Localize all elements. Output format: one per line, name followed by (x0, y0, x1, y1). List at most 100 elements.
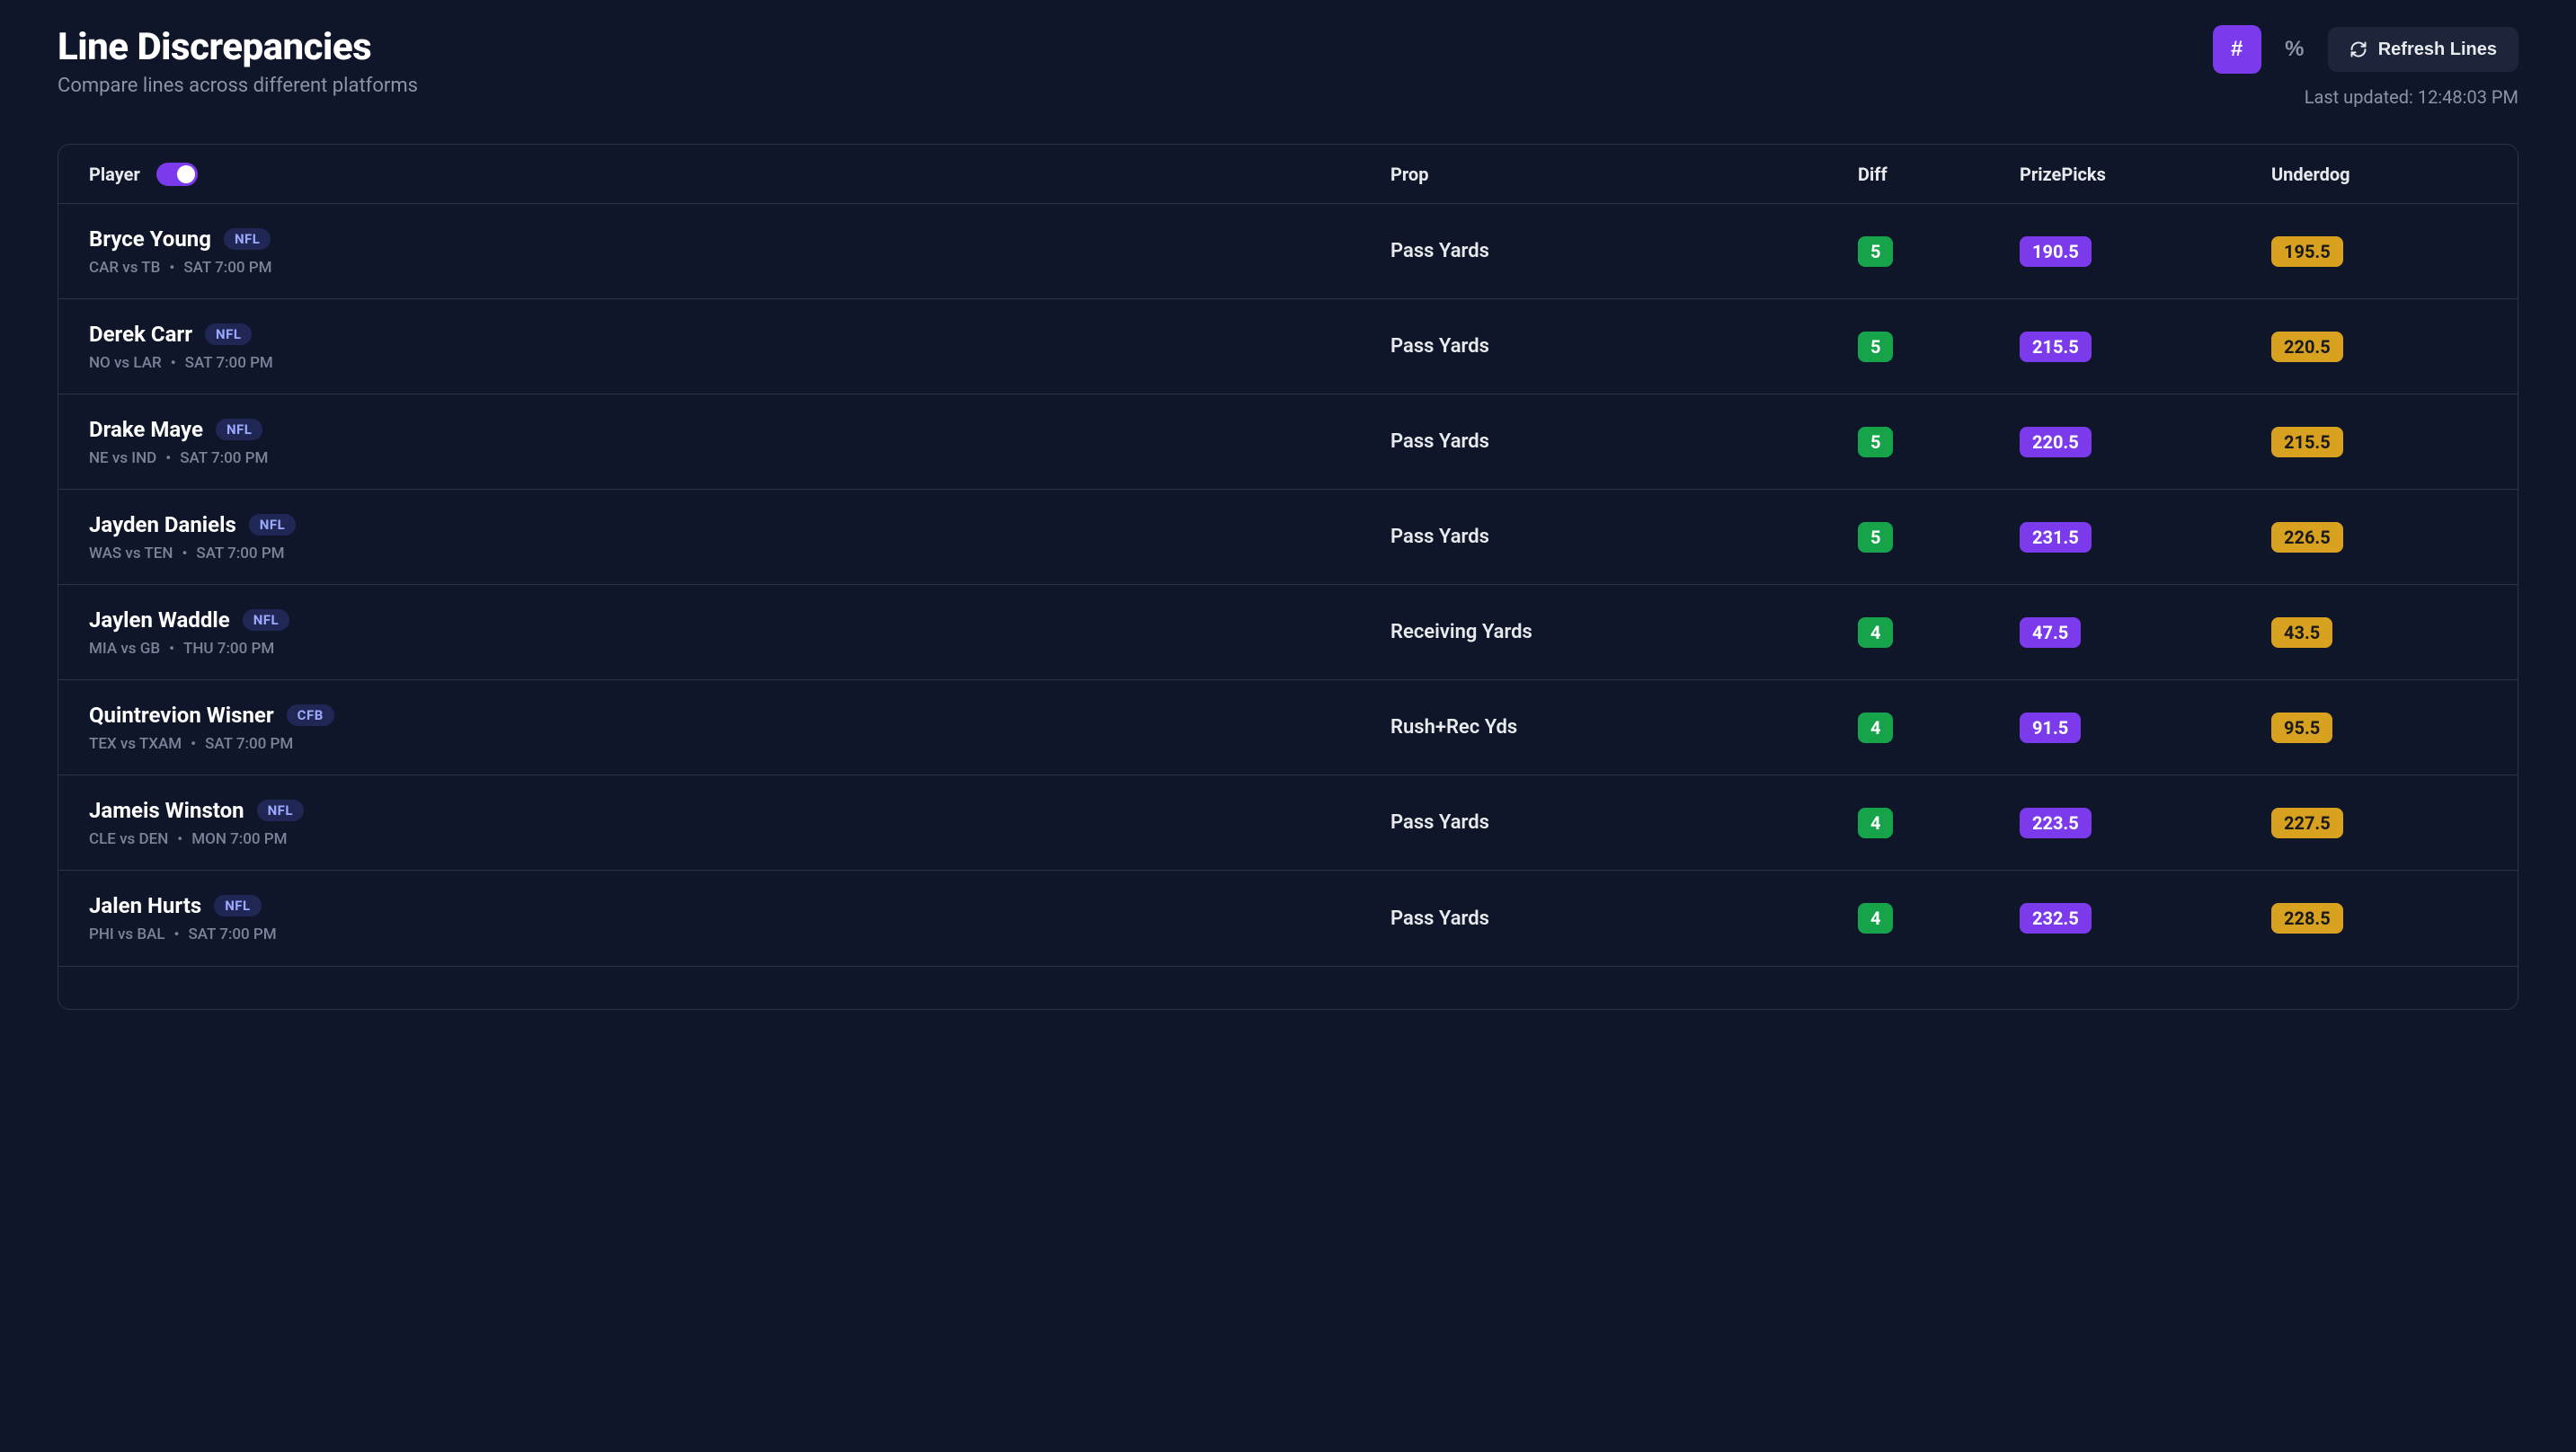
page-title: Line Discrepancies (58, 25, 418, 69)
prizepicks-badge: 220.5 (2020, 427, 2092, 457)
player-name: Jayden Daniels (89, 512, 236, 537)
player-name: Bryce Young (89, 226, 211, 252)
separator-dot: • (177, 830, 182, 848)
player-name: Jalen Hurts (89, 893, 201, 918)
game-info: NE vs IND • SAT 7:00 PM (89, 449, 1390, 467)
underdog-badge: 228.5 (2271, 903, 2343, 934)
diff-badge: 5 (1858, 522, 1893, 553)
table-row-partial (58, 966, 2518, 1009)
matchup: CAR vs TB (89, 259, 160, 277)
matchup: CLE vs DEN (89, 830, 168, 848)
prop-type: Pass Yards (1390, 335, 1858, 358)
refresh-lines-button[interactable]: Refresh Lines (2328, 27, 2518, 72)
column-player: Player (89, 164, 140, 185)
player-name: Derek Carr (89, 322, 192, 347)
column-diff: Diff (1858, 164, 2020, 185)
player-toggle[interactable] (156, 163, 198, 186)
player-name: Jaylen Waddle (89, 607, 230, 633)
table-row[interactable]: Bryce Young NFL CAR vs TB • SAT 7:00 PM … (58, 204, 2518, 299)
underdog-badge: 220.5 (2271, 332, 2343, 362)
player-name: Drake Maye (89, 417, 203, 442)
diff-badge: 5 (1858, 332, 1893, 362)
game-info: NO vs LAR • SAT 7:00 PM (89, 354, 1390, 372)
game-time: SAT 7:00 PM (180, 449, 268, 467)
column-underdog: Underdog (2271, 164, 2487, 185)
matchup: NO vs LAR (89, 354, 162, 372)
prop-type: Receiving Yards (1390, 621, 1858, 643)
matchup: MIA vs GB (89, 640, 160, 658)
separator-dot: • (169, 640, 174, 658)
prizepicks-badge: 91.5 (2020, 713, 2081, 743)
game-info: WAS vs TEN • SAT 7:00 PM (89, 544, 1390, 562)
underdog-badge: 226.5 (2271, 522, 2343, 553)
underdog-badge: 95.5 (2271, 713, 2332, 743)
view-mode-hash-button[interactable]: # (2213, 25, 2261, 74)
matchup: TEX vs TXAM (89, 735, 182, 753)
league-badge: NFL (243, 609, 289, 631)
prizepicks-badge: 215.5 (2020, 332, 2092, 362)
page-subtitle: Compare lines across different platforms (58, 75, 418, 97)
separator-dot: • (174, 925, 180, 943)
table-row[interactable]: Jaylen Waddle NFL MIA vs GB • THU 7:00 P… (58, 585, 2518, 680)
prop-type: Rush+Rec Yds (1390, 716, 1858, 739)
diff-badge: 4 (1858, 617, 1893, 648)
separator-dot: • (182, 544, 187, 562)
discrepancies-table: Player Prop Diff PrizePicks Underdog Bry… (58, 144, 2518, 1010)
league-badge: NFL (216, 419, 262, 440)
prizepicks-badge: 223.5 (2020, 808, 2092, 838)
diff-badge: 4 (1858, 713, 1893, 743)
underdog-badge: 195.5 (2271, 236, 2343, 267)
table-row[interactable]: Jayden Daniels NFL WAS vs TEN • SAT 7:00… (58, 490, 2518, 585)
prop-type: Pass Yards (1390, 526, 1858, 548)
matchup: PHI vs BAL (89, 925, 165, 943)
refresh-lines-label: Refresh Lines (2378, 40, 2497, 60)
league-badge: NFL (257, 800, 304, 821)
league-badge: CFB (287, 704, 334, 726)
prizepicks-badge: 190.5 (2020, 236, 2092, 267)
view-mode-percent-button[interactable]: % (2270, 25, 2319, 74)
player-name: Jameis Winston (89, 798, 244, 823)
separator-dot: • (165, 449, 171, 467)
refresh-icon (2349, 40, 2367, 58)
prop-type: Pass Yards (1390, 240, 1858, 262)
game-time: SAT 7:00 PM (205, 735, 293, 753)
underdog-badge: 43.5 (2271, 617, 2332, 648)
separator-dot: • (169, 259, 174, 277)
matchup: NE vs IND (89, 449, 156, 467)
toggle-thumb (177, 165, 195, 183)
underdog-badge: 215.5 (2271, 427, 2343, 457)
league-badge: NFL (214, 895, 261, 916)
table-row[interactable]: Jalen Hurts NFL PHI vs BAL • SAT 7:00 PM… (58, 871, 2518, 966)
game-time: MON 7:00 PM (191, 830, 287, 848)
game-info: CAR vs TB • SAT 7:00 PM (89, 259, 1390, 277)
table-row[interactable]: Drake Maye NFL NE vs IND • SAT 7:00 PM P… (58, 394, 2518, 490)
last-updated: Last updated: 12:48:03 PM (2305, 86, 2518, 108)
game-info: PHI vs BAL • SAT 7:00 PM (89, 925, 1390, 943)
game-time: SAT 7:00 PM (189, 925, 277, 943)
prop-type: Pass Yards (1390, 430, 1858, 453)
diff-badge: 5 (1858, 427, 1893, 457)
game-info: CLE vs DEN • MON 7:00 PM (89, 830, 1390, 848)
table-row[interactable]: Jameis Winston NFL CLE vs DEN • MON 7:00… (58, 775, 2518, 871)
column-prop: Prop (1390, 164, 1858, 185)
game-info: TEX vs TXAM • SAT 7:00 PM (89, 735, 1390, 753)
game-time: SAT 7:00 PM (196, 544, 284, 562)
matchup: WAS vs TEN (89, 544, 173, 562)
diff-badge: 4 (1858, 903, 1893, 934)
table-row[interactable]: Derek Carr NFL NO vs LAR • SAT 7:00 PM P… (58, 299, 2518, 394)
game-time: SAT 7:00 PM (185, 354, 273, 372)
prizepicks-badge: 232.5 (2020, 903, 2092, 934)
league-badge: NFL (224, 228, 271, 250)
column-prizepicks: PrizePicks (2020, 164, 2271, 185)
player-name: Quintrevion Wisner (89, 703, 274, 728)
separator-dot: • (191, 735, 196, 753)
prizepicks-badge: 231.5 (2020, 522, 2092, 553)
league-badge: NFL (249, 514, 296, 536)
separator-dot: • (171, 354, 176, 372)
diff-badge: 5 (1858, 236, 1893, 267)
prizepicks-badge: 47.5 (2020, 617, 2081, 648)
table-row[interactable]: Quintrevion Wisner CFB TEX vs TXAM • SAT… (58, 680, 2518, 775)
game-info: MIA vs GB • THU 7:00 PM (89, 640, 1390, 658)
game-time: SAT 7:00 PM (183, 259, 271, 277)
prop-type: Pass Yards (1390, 908, 1858, 930)
